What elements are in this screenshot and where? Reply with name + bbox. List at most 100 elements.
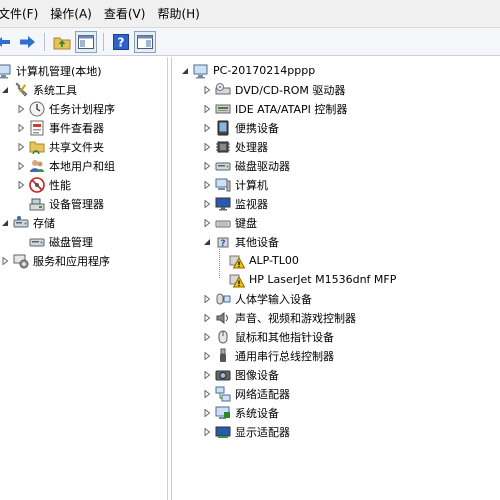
expand-arrow-icon[interactable] [202,294,212,304]
device-computer[interactable]: 计算机 [202,175,268,194]
forward-arrow-icon [20,35,35,48]
device-manager-icon [29,196,45,212]
monitor-icon [215,196,231,212]
expand-arrow-icon[interactable] [202,180,212,190]
help-icon: ? [113,33,129,50]
up-folder-button[interactable] [51,31,73,53]
expand-arrow-icon[interactable] [202,370,212,380]
collapse-arrow-icon[interactable] [202,237,212,247]
tree-item-local-users[interactable]: 本地用户和组 [16,156,115,175]
expand-arrow-icon[interactable] [202,313,212,323]
collapse-arrow-icon[interactable] [180,66,190,76]
tree-item-storage[interactable]: 存储 [0,213,55,232]
forward-button[interactable] [16,31,38,53]
tree-label: 监视器 [235,197,268,211]
unknown-device-icon: ? [215,234,231,250]
device-hp-laserjet[interactable]: HP LaserJet M1536dnf MFP [229,270,396,289]
processor-icon [215,139,231,155]
device-other-devices[interactable]: ? 其他设备 [202,232,279,251]
expand-arrow-icon[interactable] [16,104,26,114]
tree-item-computer-management[interactable]: 计算机管理(本地) [0,61,102,80]
console-tree-pane[interactable]: 计算机管理(本地) 系统工具 任务计划程序 事件查看器 共享文件夹 本地用户和组… [0,57,168,500]
tree-item-performance[interactable]: 性能 [16,175,71,194]
collapse-arrow-icon[interactable] [0,85,10,95]
device-keyboards[interactable]: 键盘 [202,213,257,232]
expand-arrow-icon[interactable] [202,161,212,171]
users-icon [29,158,45,174]
collapse-arrow-icon[interactable] [0,218,10,228]
expand-arrow-icon[interactable] [202,427,212,437]
expand-arrow-icon[interactable] [16,161,26,171]
expand-arrow-icon[interactable] [202,332,212,342]
device-dvd-cdrom[interactable]: DVD/CD-ROM 驱动器 [202,80,345,99]
toolbar-separator [44,32,45,51]
expand-arrow-icon[interactable] [16,123,26,133]
menu-bar: 文件(F) 操作(A) 查看(V) 帮助(H) [0,0,500,28]
tree-label: 系统工具 [33,83,77,97]
expand-arrow-icon[interactable] [202,199,212,209]
usb-icon [215,348,231,364]
expand-arrow-icon[interactable] [16,180,26,190]
tree-label: 显示适配器 [235,425,290,439]
tree-item-device-manager[interactable]: 设备管理器 [29,194,104,213]
device-imaging[interactable]: 图像设备 [202,365,279,384]
tree-label: 任务计划程序 [49,102,115,116]
tree-item-system-tools[interactable]: 系统工具 [0,80,77,99]
device-network-adapters[interactable]: 网络适配器 [202,384,290,403]
console-tree-icon [78,34,94,49]
device-system-devices[interactable]: 系统设备 [202,403,279,422]
expand-arrow-icon[interactable] [202,142,212,152]
system-device-icon [215,405,231,421]
expand-arrow-icon[interactable] [202,123,212,133]
tree-label: 计算机管理(本地) [16,64,102,78]
help-button[interactable]: ? [110,31,132,53]
tree-label: 人体学输入设备 [235,292,312,306]
device-sound-video[interactable]: 声音、视频和游戏控制器 [202,308,356,327]
expand-arrow-icon[interactable] [16,142,26,152]
device-display-adapters[interactable]: 显示适配器 [202,422,290,441]
device-usb-controllers[interactable]: 通用串行总线控制器 [202,346,334,365]
tree-item-services-applications[interactable]: 服务和应用程序 [0,251,110,270]
tree-label: DVD/CD-ROM 驱动器 [235,83,346,97]
device-monitors[interactable]: 监视器 [202,194,268,213]
tree-label: PC-20170214pppp [213,64,316,77]
menu-file[interactable]: 文件(F) [0,0,44,28]
device-disk-drives[interactable]: 磁盘驱动器 [202,156,290,175]
device-mice[interactable]: 鼠标和其他指针设备 [202,327,334,346]
expand-arrow-icon[interactable] [0,256,10,266]
tree-label: 服务和应用程序 [33,254,110,268]
device-ide-controller[interactable]: IDE ATA/ATAPI 控制器 [202,99,347,118]
device-alp-tl00[interactable]: ALP-TL00 [229,251,299,270]
show-hide-tree-button[interactable] [75,30,97,53]
expand-arrow-icon[interactable] [202,104,212,114]
menu-view[interactable]: 查看(V) [98,0,152,28]
back-button[interactable] [0,31,14,53]
action-pane-button[interactable] [134,30,156,53]
tree-item-task-scheduler[interactable]: 任务计划程序 [16,99,115,118]
tree-label: 事件查看器 [49,121,104,135]
device-portable[interactable]: 便携设备 [202,118,279,137]
tree-label: 便携设备 [235,121,279,135]
expand-arrow-icon[interactable] [202,218,212,228]
device-hid[interactable]: 人体学输入设备 [202,289,312,308]
svg-text:?: ? [220,239,225,249]
device-tree-pane[interactable]: PC-20170214pppp DVD/CD-ROM 驱动器 IDE ATA/ATA… [171,57,500,500]
tree-item-event-viewer[interactable]: 事件查看器 [16,118,104,137]
expand-arrow-icon[interactable] [202,85,212,95]
tree-item-computer[interactable]: PC-20170214pppp [180,61,315,80]
menu-action[interactable]: 操作(A) [44,0,98,28]
tree-label: 其他设备 [235,235,279,249]
tree-label: 性能 [49,178,71,192]
expand-arrow-icon[interactable] [202,408,212,418]
computer-management-icon [0,63,12,79]
expand-arrow-icon[interactable] [202,351,212,361]
action-pane-icon [137,34,153,49]
menu-help[interactable]: 帮助(H) [151,0,205,28]
services-icon [13,253,29,269]
expand-arrow-icon[interactable] [202,389,212,399]
device-processor[interactable]: 处理器 [202,137,268,156]
tree-label: ALP-TL00 [249,254,299,267]
disk-icon [29,234,45,250]
tree-item-disk-management[interactable]: 磁盘管理 [29,232,93,251]
tree-item-shared-folders[interactable]: 共享文件夹 [16,137,104,156]
